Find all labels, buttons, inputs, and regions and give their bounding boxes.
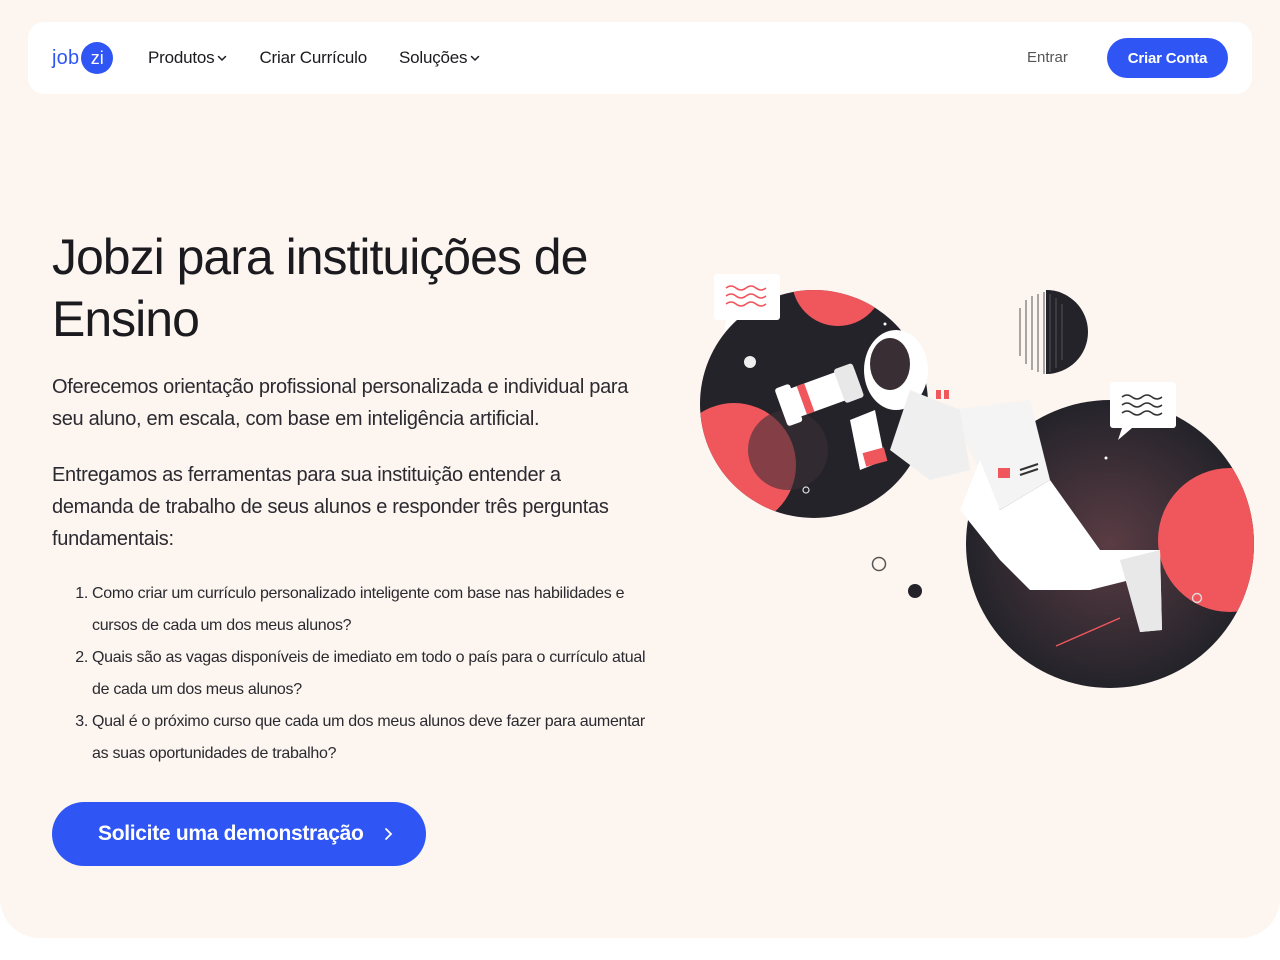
logo-badge: zi [81, 42, 114, 74]
main-nav: Produtos Criar Currículo Soluções [148, 22, 512, 94]
list-item: 1. Como criar um currículo personalizado… [52, 578, 662, 642]
list-item: 3. Qual é o próximo curso que cada um do… [52, 706, 662, 770]
nav-item-label: Soluções [398, 48, 468, 67]
login-link[interactable]: Entrar [1027, 49, 1068, 66]
nav-item-label: Produtos [148, 48, 215, 67]
list-item: 2. Quais são as vagas disponíveis de ime… [52, 642, 662, 706]
nav-item-criar-curriculo[interactable]: Criar Currículo [259, 48, 367, 68]
chevron-down-icon [218, 55, 227, 62]
list-item-text: Qual é o próximo curso que cada um dos m… [92, 713, 645, 762]
hero-title-line2: Ensino [52, 291, 200, 347]
half-moon [1019, 290, 1088, 374]
nav-item-solucoes[interactable]: Soluções [399, 48, 480, 68]
hero-title-line1: Jobzi para instituições de [52, 229, 588, 285]
list-item-text: Quais são as vagas disponíveis de imedia… [92, 649, 646, 698]
floating-ring [871, 556, 887, 572]
hero-paragraph-intro: Oferecemos orientação profissional perso… [52, 376, 629, 430]
astronaut-telescope-illustration [700, 274, 1254, 688]
nav-item-produtos[interactable]: Produtos [148, 48, 227, 68]
list-item-number: 3. [75, 713, 88, 730]
chevron-down-icon [471, 55, 480, 62]
logo-text: job [52, 46, 80, 69]
nav-item-label: Criar Currículo [259, 48, 367, 67]
list-item-text: Como criar um currículo personalizado in… [92, 585, 625, 634]
floating-dot [908, 584, 922, 598]
list-item-number: 2. [75, 649, 88, 666]
hero-paragraph-tools: Entregamos as ferramentas para sua insti… [52, 464, 609, 550]
signup-button[interactable]: Criar Conta [1107, 38, 1228, 78]
jobzi-logo[interactable]: job zi [52, 42, 114, 74]
questions-list: 1. Como criar um currículo personalizado… [52, 578, 662, 770]
request-demo-label: Solicite uma demonstração [98, 822, 364, 845]
top-navbar: job zi Produtos Criar Currículo Soluções… [28, 22, 1252, 94]
hero-title: Jobzi para instituições de Ensino [52, 226, 672, 350]
request-demo-button[interactable]: Solicite uma demonstração [52, 802, 426, 866]
list-item-number: 1. [75, 585, 88, 602]
chevron-right-icon [385, 828, 393, 840]
